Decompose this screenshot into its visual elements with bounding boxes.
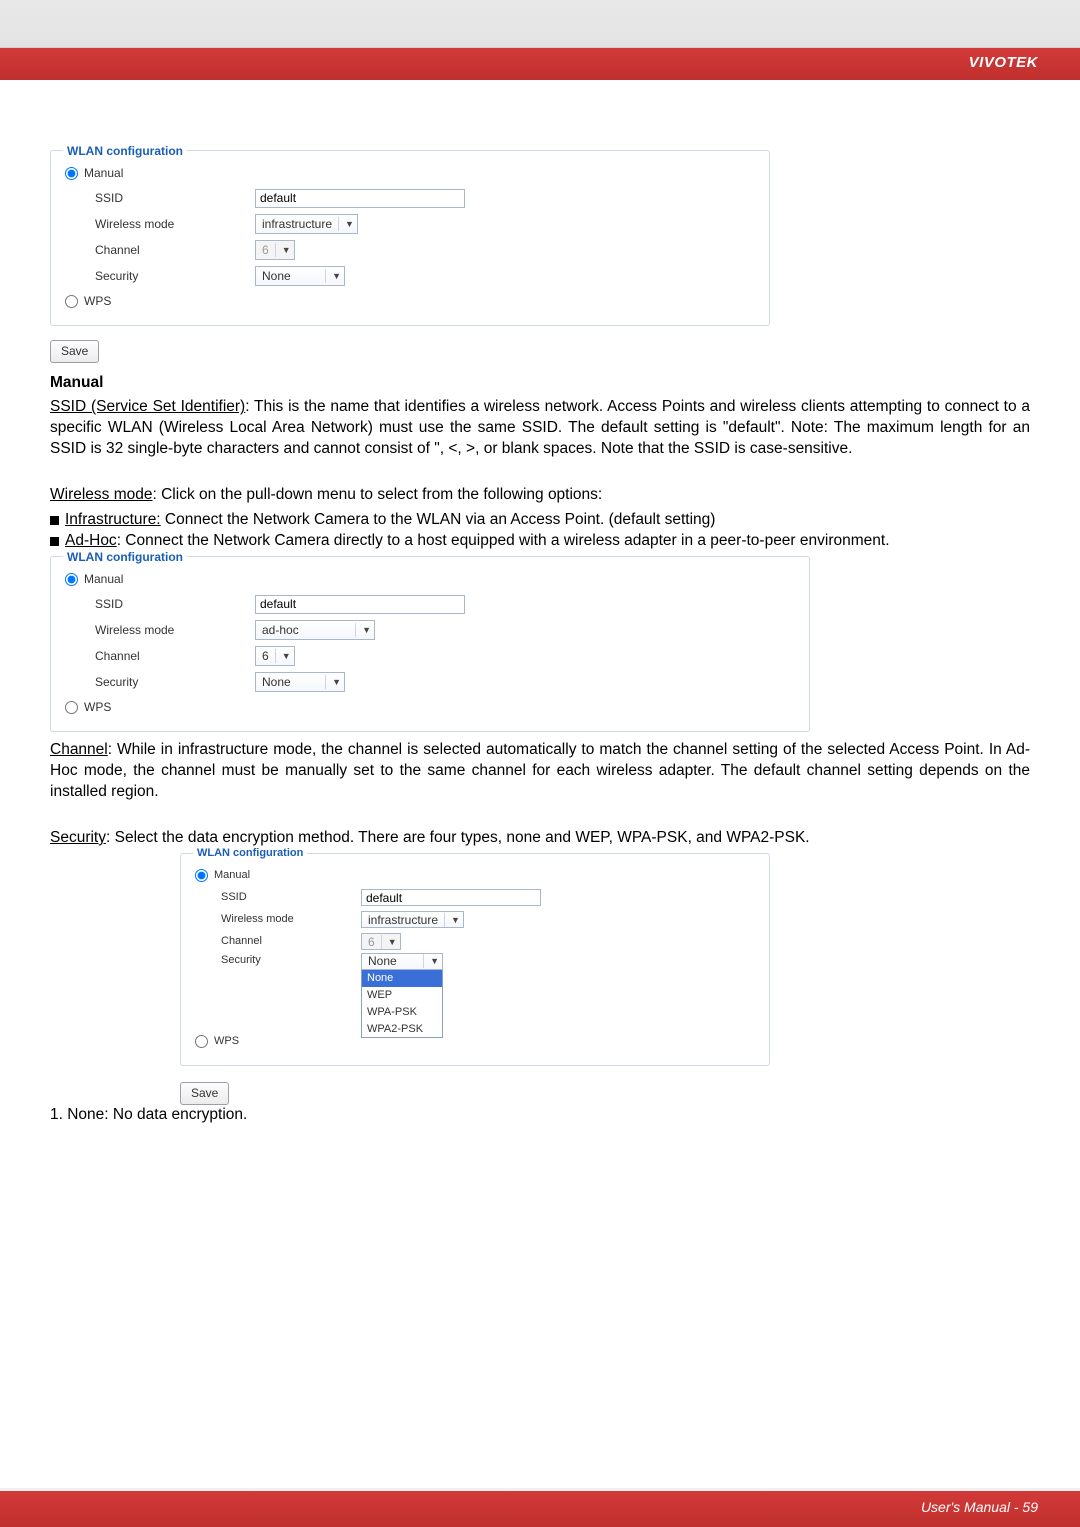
manual-heading: Manual	[50, 373, 1030, 394]
wmode-select[interactable]: infrastructure ▼	[255, 214, 358, 234]
security-option-wpa2psk[interactable]: WPA2-PSK	[362, 1021, 442, 1038]
security-dropdown-list[interactable]: None WEP WPA-PSK WPA2-PSK	[361, 969, 443, 1038]
security-value: None	[262, 674, 291, 690]
wps-radio[interactable]: WPS	[195, 1034, 239, 1049]
wmode-label: Wireless mode	[95, 622, 255, 638]
wmode-body: : Click on the pull-down menu to select …	[153, 486, 603, 503]
security-option-none[interactable]: None	[362, 970, 442, 987]
channel-select[interactable]: 6 ▼	[255, 646, 295, 666]
chevron-down-icon: ▼	[430, 955, 439, 967]
wlan-legend: WLAN configuration	[63, 549, 187, 565]
security-option-wep[interactable]: WEP	[362, 987, 442, 1004]
channel-value: 6	[262, 242, 269, 258]
manual-radio-input[interactable]	[195, 869, 208, 882]
wmode-term: Wireless mode	[50, 486, 153, 503]
brand-text: VIVOTEK	[969, 54, 1038, 71]
security-label: Security	[221, 953, 361, 968]
footer-text: User's Manual - 59	[921, 1499, 1038, 1515]
security-label: Security	[95, 268, 255, 284]
wlan-config-box-3: WLAN configuration Manual SSID Wireless …	[180, 853, 770, 1066]
channel-label: Channel	[95, 242, 255, 258]
chevron-down-icon: ▼	[362, 624, 371, 636]
chevron-down-icon: ▼	[451, 914, 460, 926]
manual-radio[interactable]: Manual	[65, 571, 123, 587]
none-list-item: 1. None: No data encryption.	[50, 1105, 1030, 1126]
manual-radio-input[interactable]	[65, 573, 78, 586]
chevron-down-icon: ▼	[282, 650, 291, 662]
manual-radio-label: Manual	[214, 868, 250, 883]
save-button[interactable]: Save	[50, 340, 99, 362]
channel-paragraph: Channel: While in infrastructure mode, t…	[50, 740, 1030, 803]
wlan-config-box-2: WLAN configuration Manual SSID Wireless …	[50, 556, 810, 732]
infra-term: Infrastructure:	[65, 511, 161, 528]
channel-term: Channel	[50, 741, 108, 758]
adhoc-term: Ad-Hoc	[65, 532, 117, 549]
chevron-down-icon: ▼	[345, 218, 354, 230]
channel-body: : While in infrastructure mode, the chan…	[50, 741, 1030, 800]
channel-value: 6	[262, 648, 269, 664]
ssid-paragraph: SSID (Service Set Identifier): This is t…	[50, 397, 1030, 460]
channel-label: Channel	[221, 934, 361, 949]
channel-value: 6	[368, 934, 375, 950]
security-select[interactable]: None ▼	[361, 953, 443, 970]
wmode-label: Wireless mode	[221, 912, 361, 927]
security-body: : Select the data encryption method. The…	[106, 829, 810, 846]
ssid-label: SSID	[221, 890, 361, 905]
header-bar	[0, 0, 1080, 48]
wmode-value: infrastructure	[262, 216, 332, 232]
channel-select-disabled: 6 ▼	[255, 240, 295, 260]
wps-radio-input[interactable]	[65, 701, 78, 714]
wps-radio-input[interactable]	[195, 1035, 208, 1048]
chevron-down-icon: ▼	[332, 676, 341, 688]
wmode-select[interactable]: infrastructure ▼	[361, 911, 464, 928]
chevron-down-icon: ▼	[282, 244, 291, 256]
square-bullet-icon	[50, 516, 59, 525]
security-select[interactable]: None ▼	[255, 672, 345, 692]
wmode-value: ad-hoc	[262, 622, 299, 638]
wps-radio[interactable]: WPS	[65, 293, 111, 309]
wlan-config-box-1: WLAN configuration Manual SSID Wireless …	[50, 150, 770, 326]
wps-radio[interactable]: WPS	[65, 699, 111, 715]
security-select[interactable]: None ▼	[255, 266, 345, 286]
channel-select-disabled: 6 ▼	[361, 933, 401, 950]
ssid-label: SSID	[95, 190, 255, 206]
wlan-legend: WLAN configuration	[193, 846, 307, 861]
page-content: WLAN configuration Manual SSID Wireless …	[0, 80, 1080, 1125]
chevron-down-icon: ▼	[332, 270, 341, 282]
adhoc-bullet: Ad-Hoc: Connect the Network Camera direc…	[50, 531, 1030, 552]
wps-radio-label: WPS	[84, 293, 111, 309]
security-label: Security	[95, 674, 255, 690]
manual-radio-label: Manual	[84, 165, 123, 181]
manual-radio-label: Manual	[84, 571, 123, 587]
ssid-input[interactable]	[361, 889, 541, 906]
infra-body: Connect the Network Camera to the WLAN v…	[161, 511, 716, 528]
save-button[interactable]: Save	[180, 1082, 229, 1104]
security-value: None	[368, 953, 397, 969]
brand-strip: VIVOTEK	[0, 48, 1080, 80]
adhoc-body: : Connect the Network Camera directly to…	[117, 532, 890, 549]
manual-radio-input[interactable]	[65, 167, 78, 180]
security-option-wpapsk[interactable]: WPA-PSK	[362, 1004, 442, 1021]
security-term: Security	[50, 829, 106, 846]
security-value: None	[262, 268, 291, 284]
ssid-input[interactable]	[255, 189, 465, 208]
wlan-legend: WLAN configuration	[63, 143, 187, 159]
wmode-select[interactable]: ad-hoc ▼	[255, 620, 375, 640]
chevron-down-icon: ▼	[388, 936, 397, 948]
wmode-paragraph: Wireless mode: Click on the pull-down me…	[50, 485, 1030, 506]
ssid-input[interactable]	[255, 595, 465, 614]
infra-bullet: Infrastructure: Connect the Network Came…	[50, 510, 1030, 531]
wps-radio-label: WPS	[214, 1034, 239, 1049]
ssid-term: SSID (Service Set Identifier)	[50, 398, 245, 415]
square-bullet-icon	[50, 537, 59, 546]
manual-radio[interactable]: Manual	[195, 868, 250, 883]
ssid-label: SSID	[95, 596, 255, 612]
wps-radio-label: WPS	[84, 699, 111, 715]
manual-radio[interactable]: Manual	[65, 165, 123, 181]
wmode-label: Wireless mode	[95, 216, 255, 232]
channel-label: Channel	[95, 648, 255, 664]
wps-radio-input[interactable]	[65, 295, 78, 308]
page-footer: User's Manual - 59	[0, 1491, 1080, 1527]
wmode-value: infrastructure	[368, 912, 438, 928]
